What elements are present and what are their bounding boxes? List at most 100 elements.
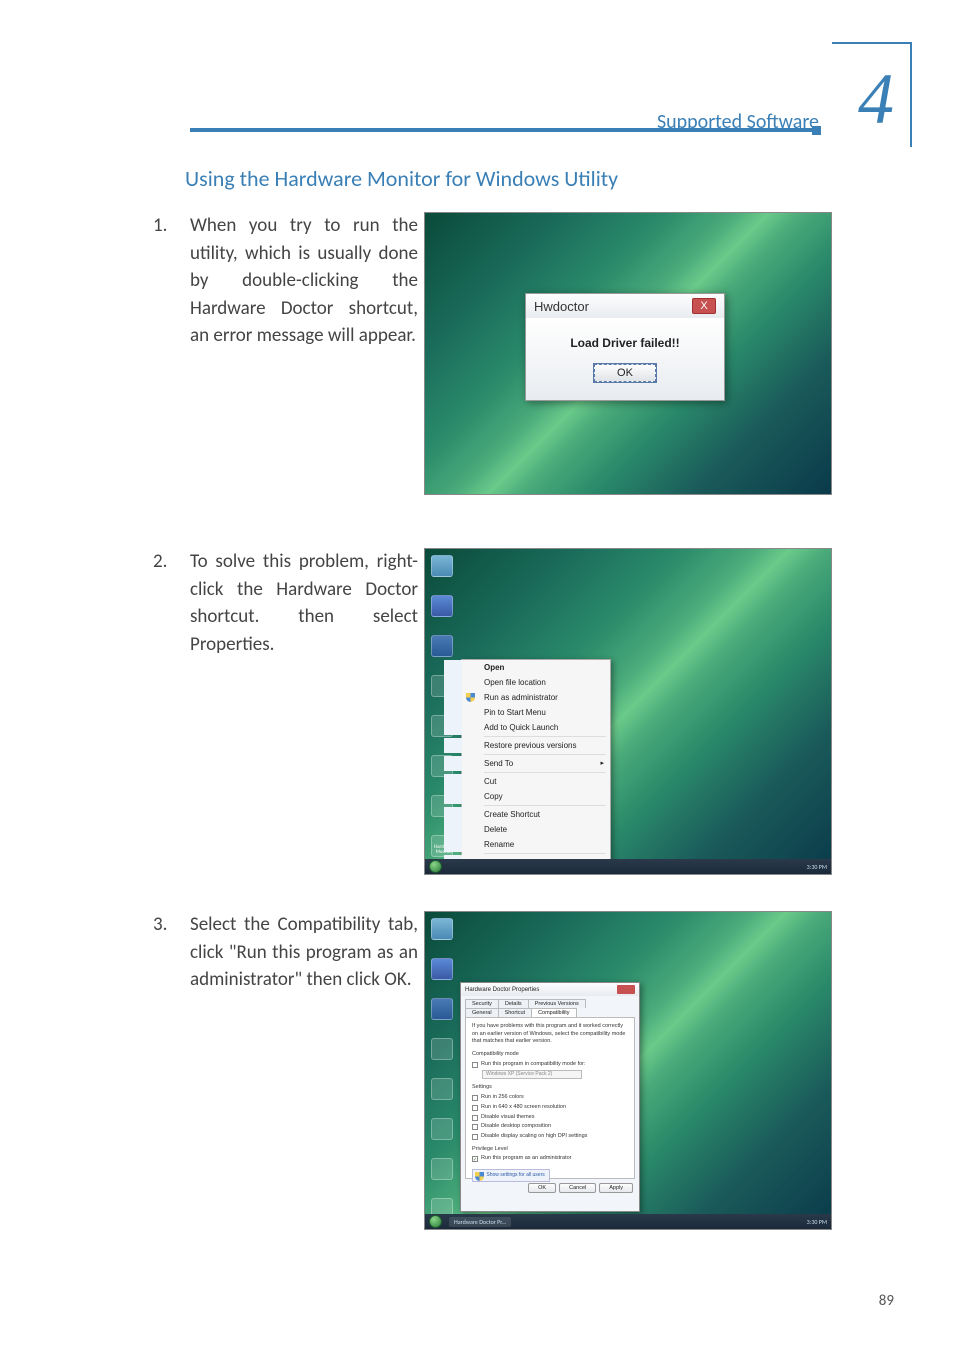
step-2: 2. To solve this problem, right-click th… (158, 548, 418, 658)
tab-compatibility[interactable]: Compatibility (531, 1008, 576, 1017)
properties-buttons: OK Cancel Apply (461, 1183, 639, 1197)
menu-copy[interactable]: Copy (444, 789, 610, 804)
tray-time: 3:30 PM (807, 863, 827, 871)
menu-send-to[interactable]: Send To (444, 756, 610, 771)
start-button-icon[interactable] (429, 860, 442, 873)
properties-title-bar: Hardware Doctor Properties (461, 983, 639, 996)
step-3: 3. Select the Compatibility tab, click "… (158, 911, 418, 994)
tab-security[interactable]: Security (465, 999, 499, 1008)
menu-run-admin[interactable]: Run as administrator (444, 690, 610, 705)
properties-dialog: Hardware Doctor Properties Security Deta… (460, 982, 640, 1212)
menu-open-location[interactable]: Open file location (444, 675, 610, 690)
properties-tabs: Security Details Previous Versions (461, 996, 639, 1008)
apply-button[interactable]: Apply (599, 1183, 633, 1193)
screenshot-3: Hardware Doctor Properties Security Deta… (424, 911, 832, 1230)
recycle-bin-icon[interactable] (431, 918, 453, 940)
close-icon[interactable] (617, 985, 635, 994)
computer-icon[interactable] (431, 595, 453, 617)
privilege-label: Privilege Level (472, 1146, 628, 1154)
tray-time: 3:30 PM (807, 1218, 827, 1226)
dialog-title-text: Hwdoctor (534, 299, 589, 314)
close-icon[interactable]: X (692, 298, 716, 314)
menu-rename[interactable]: Rename (444, 837, 610, 852)
properties-title-text: Hardware Doctor Properties (465, 987, 539, 993)
desktop-shortcut-icon[interactable] (431, 1078, 453, 1100)
step-1: 1. When you try to run the utility, whic… (158, 212, 418, 350)
taskbar-app[interactable]: Hardware Doctor Pr... (449, 1217, 511, 1227)
menu-pin-start[interactable]: Pin to Start Menu (444, 705, 610, 720)
network-icon[interactable] (431, 998, 453, 1020)
shield-icon (466, 693, 475, 702)
privilege-check[interactable]: Run this program as an administrator (472, 1155, 628, 1163)
system-tray: 3:30 PM (807, 1218, 827, 1226)
menu-separator (484, 772, 606, 773)
menu-separator (484, 805, 606, 806)
compat-mode-select[interactable]: Windows XP (Service Pack 2) (482, 1070, 582, 1079)
taskbar: 3:30 PM (425, 859, 831, 874)
step-3-text: Select the Compatibility tab, click "Run… (158, 911, 418, 994)
screenshot-1: Hwdoctor X Load Driver failed!! OK (424, 212, 832, 495)
menu-separator (484, 736, 606, 737)
step-3-number: 3. (153, 911, 167, 939)
page-number: 89 (879, 1292, 894, 1310)
checkbox-icon[interactable] (472, 1134, 478, 1140)
tab-details[interactable]: Details (498, 999, 529, 1008)
dialog-message: Load Driver failed!! (536, 336, 714, 350)
checkbox-icon[interactable] (472, 1105, 478, 1111)
start-button-icon[interactable] (429, 1215, 442, 1228)
menu-delete[interactable]: Delete (444, 822, 610, 837)
checkbox-icon[interactable] (472, 1062, 478, 1068)
checkbox-icon[interactable] (472, 1124, 478, 1130)
setting-640x480[interactable]: Run in 640 x 480 screen resolution (472, 1104, 628, 1112)
checkbox-icon[interactable] (472, 1095, 478, 1101)
compat-mode-check-label: Run this program in compatibility mode f… (481, 1061, 586, 1069)
setting-disable-composition[interactable]: Disable desktop composition (472, 1123, 628, 1131)
checkbox-icon[interactable] (472, 1115, 478, 1121)
error-dialog: Hwdoctor X Load Driver failed!! OK (525, 293, 725, 401)
step-1-number: 1. (153, 212, 167, 240)
menu-open[interactable]: Open (444, 660, 610, 675)
recycle-bin-icon[interactable] (431, 555, 453, 577)
desktop-shortcut-icon[interactable] (431, 1158, 453, 1180)
menu-cut[interactable]: Cut (444, 774, 610, 789)
menu-create-shortcut[interactable]: Create Shortcut (444, 807, 610, 822)
step-2-text: To solve this problem, right-click the H… (158, 548, 418, 658)
taskbar: Hardware Doctor Pr... 3:30 PM (425, 1214, 831, 1229)
tab-shortcut[interactable]: Shortcut (498, 1008, 532, 1017)
context-menu: Open Open file location Run as administr… (461, 659, 611, 871)
compat-mode-check[interactable]: Run this program in compatibility mode f… (472, 1061, 628, 1069)
desktop-icons (431, 918, 453, 1220)
control-panel-icon[interactable] (431, 1038, 453, 1060)
step-1-text: When you try to run the utility, which i… (158, 212, 418, 350)
menu-restore-versions[interactable]: Restore previous versions (444, 738, 610, 753)
step-2-number: 2. (153, 548, 167, 576)
setting-disable-dpi[interactable]: Disable display scaling on high DPI sett… (472, 1133, 628, 1141)
ok-button[interactable]: OK (594, 364, 656, 382)
tab-general[interactable]: General (465, 1008, 499, 1017)
computer-icon[interactable] (431, 958, 453, 980)
tab-previous-versions[interactable]: Previous Versions (528, 999, 586, 1008)
setting-256-colors[interactable]: Run in 256 colors (472, 1094, 628, 1102)
dialog-title-bar: Hwdoctor X (526, 294, 724, 318)
chapter-number: 4 (858, 58, 894, 141)
menu-separator (484, 853, 606, 854)
desktop-shortcut-icon[interactable] (431, 1118, 453, 1140)
ok-button[interactable]: OK (528, 1183, 556, 1193)
menu-quick-launch[interactable]: Add to Quick Launch (444, 720, 610, 735)
compat-mode-label: Compatibility mode (472, 1051, 628, 1059)
properties-tabs-2: General Shortcut Compatibility (461, 1008, 639, 1017)
settings-label: Settings (472, 1084, 628, 1092)
setting-disable-themes[interactable]: Disable visual themes (472, 1114, 628, 1122)
system-tray: 3:30 PM (807, 863, 827, 871)
menu-run-admin-label: Run as administrator (484, 693, 558, 702)
checkbox-checked-icon[interactable] (472, 1156, 478, 1162)
screenshot-2: Hardware Monitor Open Open file location… (424, 548, 832, 875)
show-all-users-button[interactable]: Show settings for all users (472, 1169, 550, 1182)
properties-body: If you have problems with this program a… (465, 1017, 635, 1179)
cancel-button[interactable]: Cancel (559, 1183, 596, 1193)
properties-intro: If you have problems with this program a… (472, 1023, 628, 1046)
dialog-body: Load Driver failed!! OK (526, 318, 724, 400)
menu-separator (484, 754, 606, 755)
network-icon[interactable] (431, 635, 453, 657)
section-subtitle: Using the Hardware Monitor for Windows U… (185, 165, 618, 192)
